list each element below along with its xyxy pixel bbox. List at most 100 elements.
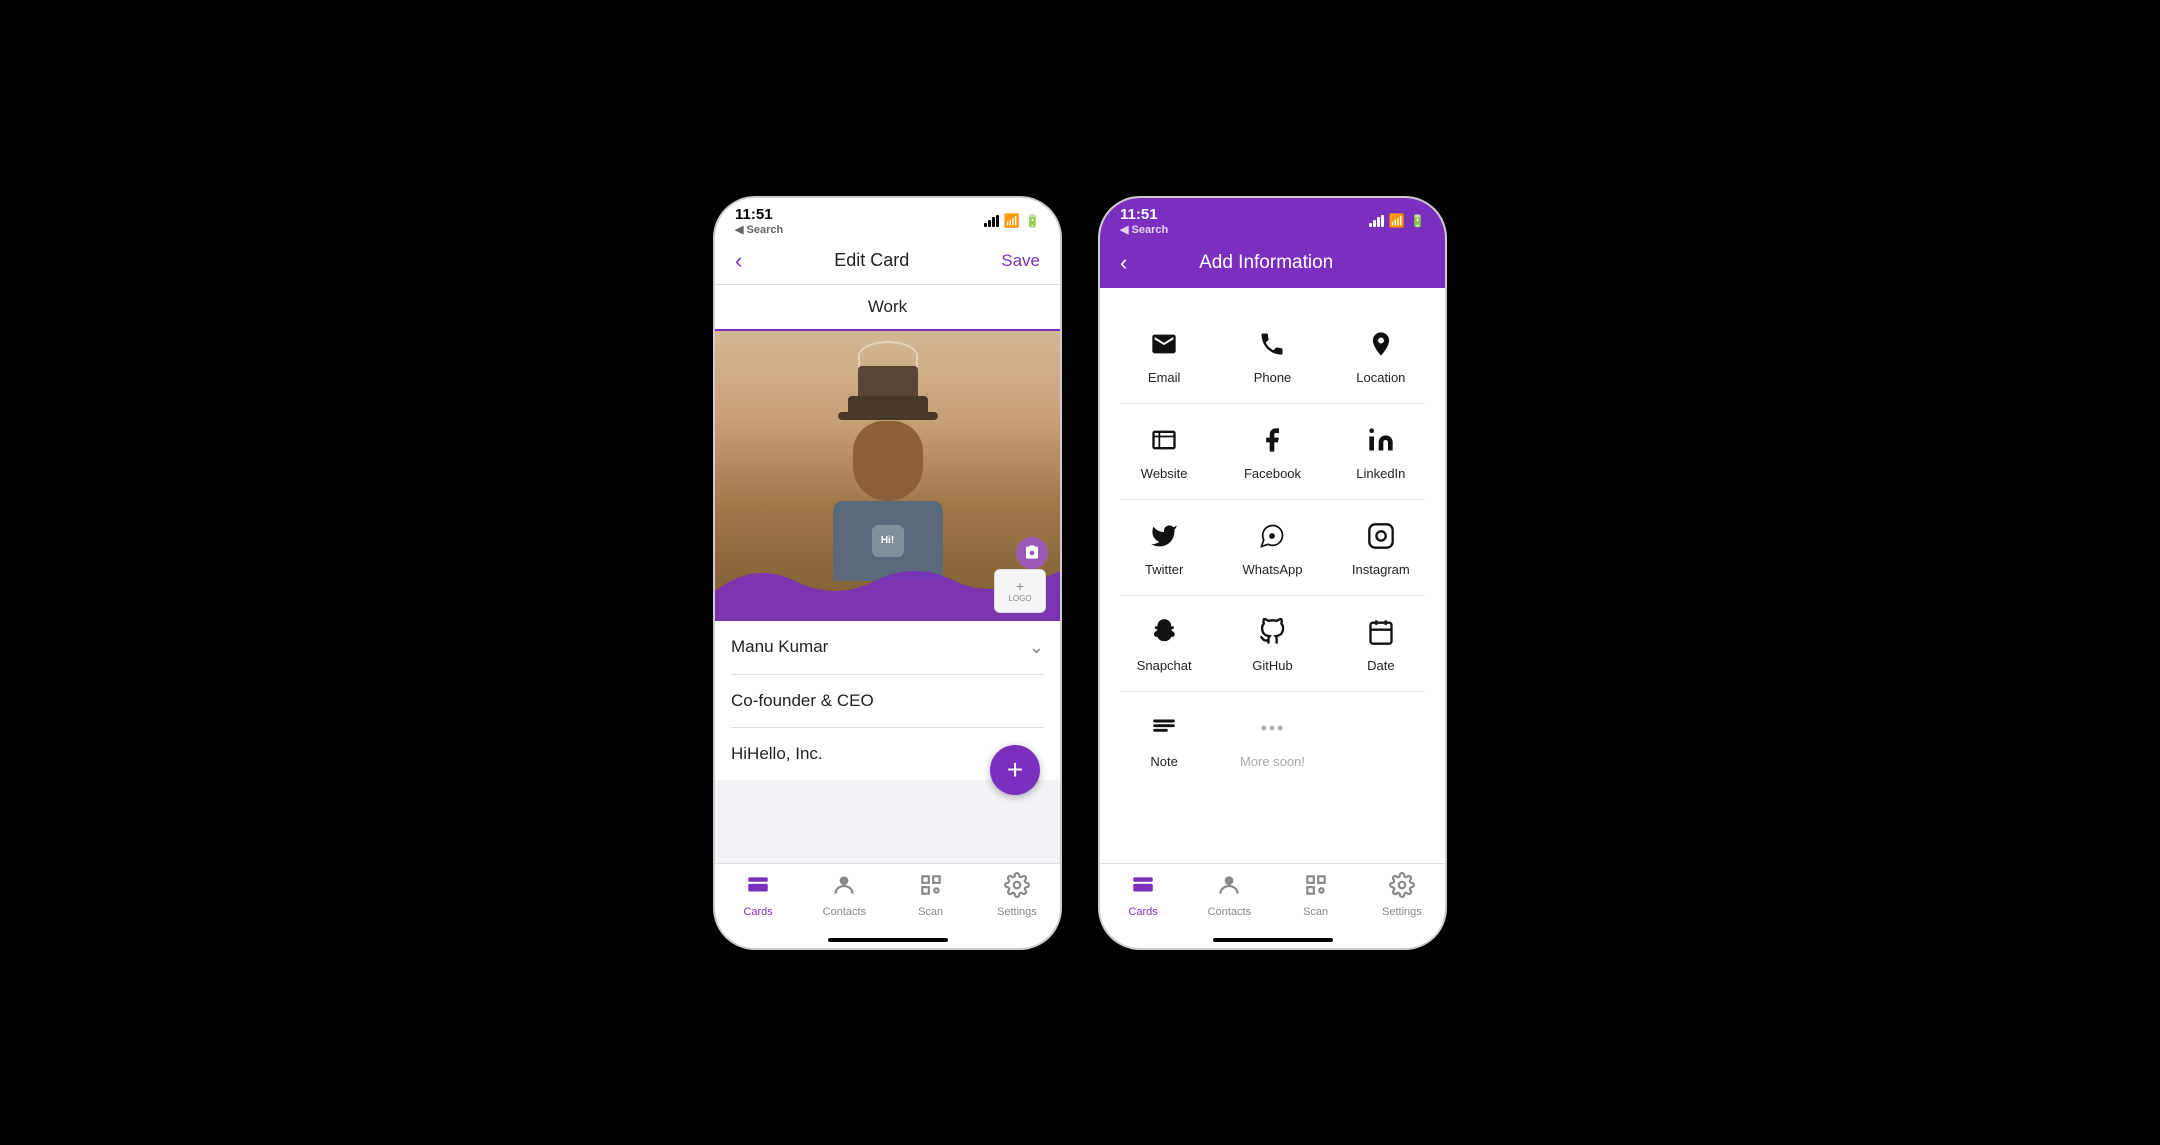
- scan-icon-2: [1303, 872, 1329, 898]
- facebook-label: Facebook: [1244, 466, 1301, 481]
- info-item-instagram[interactable]: Instagram: [1327, 500, 1435, 595]
- wifi-icon-2: 📶: [1389, 213, 1405, 229]
- phone-icon: [1258, 326, 1286, 362]
- cards-tab-label-1: Cards: [743, 906, 772, 918]
- save-button[interactable]: Save: [1001, 251, 1040, 271]
- name-field-row[interactable]: Manu Kumar ⌄: [731, 621, 1044, 675]
- tab-scan-1[interactable]: Scan: [888, 872, 974, 918]
- tab-settings-2[interactable]: Settings: [1359, 872, 1445, 918]
- signal-bars-1: [984, 215, 999, 227]
- contacts-tab-label-2: Contacts: [1208, 906, 1251, 918]
- tab-contacts-1[interactable]: Contacts: [801, 872, 887, 918]
- person-figure: Hi!: [833, 366, 943, 581]
- signal-bar-4: [996, 215, 999, 227]
- tab-cards-2[interactable]: Cards: [1100, 872, 1186, 918]
- battery-icon-2: 🔋: [1410, 214, 1425, 228]
- snapchat-icon: [1150, 614, 1178, 650]
- info-item-snapchat[interactable]: Snapchat: [1110, 596, 1218, 691]
- info-item-website[interactable]: Website: [1110, 404, 1218, 499]
- tab-contacts-2[interactable]: Contacts: [1186, 872, 1272, 918]
- cards-icon: [745, 872, 771, 898]
- signal-bars-2: [1369, 215, 1384, 227]
- tab-cards-1[interactable]: Cards: [715, 872, 801, 918]
- signal-bar-1: [984, 223, 987, 227]
- date-label: Date: [1367, 658, 1394, 673]
- logo-upload-button[interactable]: + LOGO: [994, 569, 1046, 613]
- add-info-screen: 11:51 ◀ Search 📶 🔋 ‹ Add Information: [1100, 198, 1445, 948]
- info-item-note[interactable]: Note: [1110, 692, 1218, 787]
- card-content: Hi! +: [715, 331, 1060, 863]
- info-item-location[interactable]: Location: [1327, 308, 1435, 403]
- more-soon-label: More soon!: [1240, 754, 1305, 769]
- contacts-icon-2: [1216, 872, 1242, 898]
- edit-card-screen: 11:51 ◀ Search 📶 🔋 ‹ Edit Card Save Work: [715, 198, 1060, 948]
- info-item-phone[interactable]: Phone: [1218, 308, 1326, 403]
- settings-tab-label-2: Settings: [1382, 906, 1422, 918]
- search-back-1[interactable]: ◀ Search: [735, 223, 783, 236]
- twitter-icon: [1150, 518, 1178, 554]
- note-icon: [1150, 710, 1178, 746]
- info-item-whatsapp[interactable]: WhatsApp: [1218, 500, 1326, 595]
- github-label: GitHub: [1252, 658, 1292, 673]
- scan-tab-label-2: Scan: [1303, 906, 1328, 918]
- add-info-content: Email Phone Location: [1100, 288, 1445, 863]
- search-back-2[interactable]: ◀ Search: [1120, 223, 1168, 236]
- back-button-2[interactable]: ‹: [1120, 250, 1127, 276]
- github-icon: [1258, 614, 1286, 650]
- home-indicator-2: [1213, 938, 1333, 942]
- info-grid: Email Phone Location: [1110, 308, 1435, 787]
- settings-icon-2: [1389, 872, 1415, 898]
- name-field-value: Manu Kumar: [731, 637, 828, 657]
- contacts-tab-icon-2: [1216, 872, 1242, 903]
- edit-card-title: Edit Card: [834, 250, 909, 271]
- screens-container: 11:51 ◀ Search 📶 🔋 ‹ Edit Card Save Work: [715, 198, 1445, 948]
- info-item-linkedin[interactable]: LinkedIn: [1327, 404, 1435, 499]
- info-item-email[interactable]: Email: [1110, 308, 1218, 403]
- signal-bar-2-3: [1377, 217, 1380, 227]
- add-info-title: Add Information: [1137, 252, 1395, 274]
- hat-brim: [848, 396, 928, 416]
- title-field-row[interactable]: Co-founder & CEO: [731, 675, 1044, 728]
- linkedin-icon: [1367, 422, 1395, 458]
- info-item-github[interactable]: GitHub: [1218, 596, 1326, 691]
- note-label: Note: [1150, 754, 1177, 769]
- add-info-fab-button[interactable]: +: [990, 745, 1040, 795]
- phone-label: Phone: [1254, 370, 1292, 385]
- scan-tab-icon-2: [1303, 872, 1329, 903]
- company-field-value: HiHello, Inc.: [731, 744, 823, 764]
- cards-tab-icon-1: [745, 872, 771, 903]
- settings-tab-label-1: Settings: [997, 906, 1037, 918]
- home-indicator-1: [828, 938, 948, 942]
- cards-tab-icon-2: [1130, 872, 1156, 903]
- info-item-facebook[interactable]: Facebook: [1218, 404, 1326, 499]
- facebook-icon: [1258, 422, 1286, 458]
- more-icon: [1258, 710, 1286, 746]
- status-icons-1: 📶 🔋: [984, 213, 1040, 229]
- instagram-label: Instagram: [1352, 562, 1410, 577]
- website-label: Website: [1141, 466, 1188, 481]
- edit-card-header: ‹ Edit Card Save: [715, 240, 1060, 285]
- info-item-more: More soon!: [1218, 692, 1326, 787]
- whatsapp-icon: [1258, 518, 1286, 554]
- snapchat-label: Snapchat: [1137, 658, 1192, 673]
- signal-bar-3: [992, 217, 995, 227]
- whatsapp-label: WhatsApp: [1243, 562, 1303, 577]
- logo-label: LOGO: [1008, 594, 1031, 603]
- tab-settings-1[interactable]: Settings: [974, 872, 1060, 918]
- info-item-date[interactable]: Date: [1327, 596, 1435, 691]
- location-icon: [1367, 326, 1395, 362]
- back-button-1[interactable]: ‹: [735, 248, 742, 274]
- work-tab[interactable]: Work: [715, 285, 1060, 331]
- info-item-twitter[interactable]: Twitter: [1110, 500, 1218, 595]
- linkedin-label: LinkedIn: [1356, 466, 1405, 481]
- email-icon: [1150, 326, 1178, 362]
- settings-tab-icon-1: [1004, 872, 1030, 903]
- contacts-icon: [831, 872, 857, 898]
- hi-badge: Hi!: [872, 525, 904, 557]
- signal-bar-2: [988, 220, 991, 227]
- tab-scan-2[interactable]: Scan: [1273, 872, 1359, 918]
- add-info-header: ‹ Add Information: [1100, 240, 1445, 288]
- hat-top: [858, 366, 918, 396]
- face: [853, 421, 923, 501]
- signal-bar-2-2: [1373, 220, 1376, 227]
